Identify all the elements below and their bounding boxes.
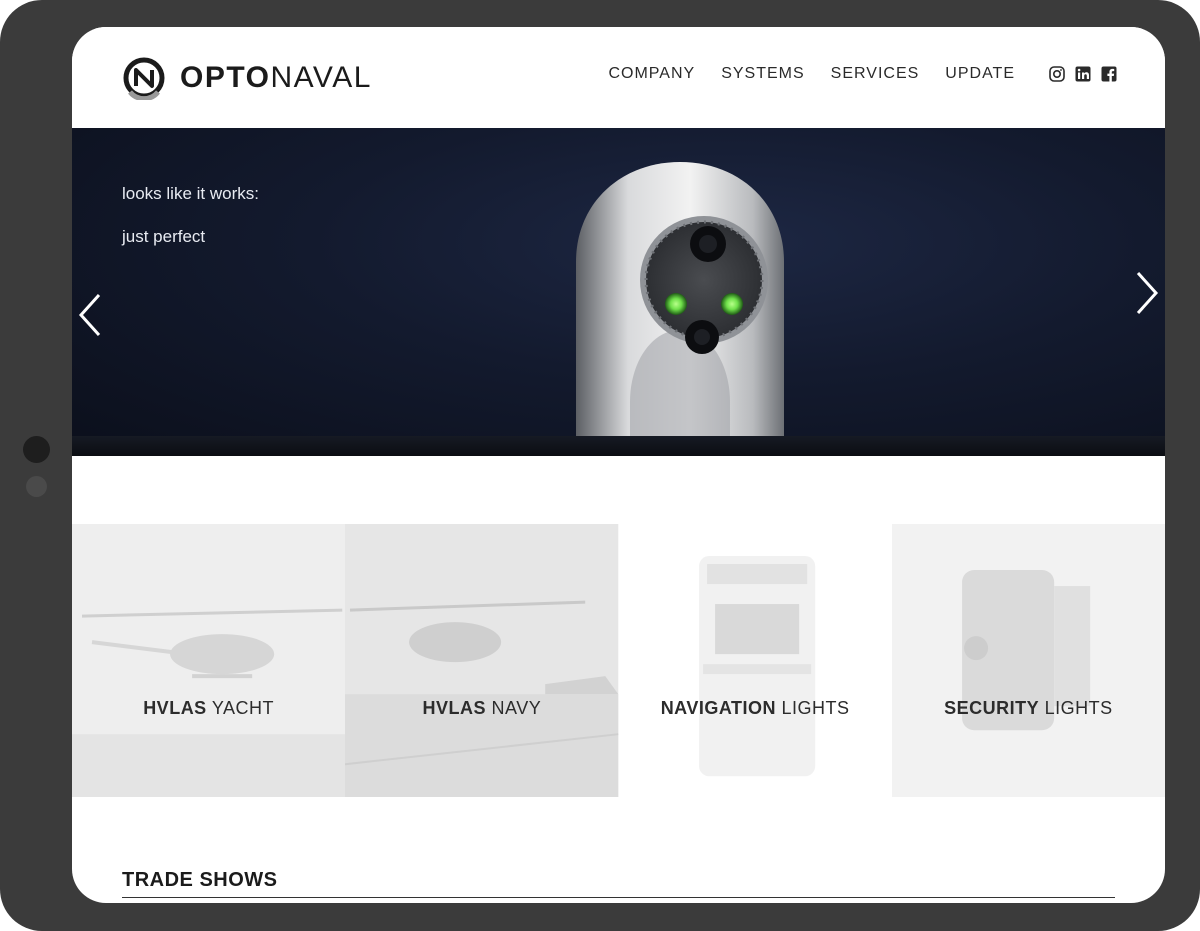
hero-floor [72,436,1165,456]
nav-update[interactable]: UPDATE [945,65,1015,83]
helicopter-image [72,524,346,797]
hero-slider: looks like it works: just perfect [72,128,1165,456]
hero-subline: just perfect [122,227,206,246]
nav-services[interactable]: SERVICES [831,65,920,83]
logo-wordmark: OPTO NAVAL [180,61,372,95]
tile-hvlas-yacht[interactable]: HVLAS YACHT [72,524,346,797]
tile-label: SECURITY LIGHTS [944,698,1113,718]
device-button [26,476,47,497]
camera-product-image [576,162,784,456]
hero-headline: looks like it works: [122,184,259,203]
tile-navigation-lights[interactable]: NAVIGATION LIGHTS [618,524,892,797]
chevron-right-icon[interactable] [1132,270,1162,316]
trade-shows-heading: TRADE SHOWS [122,869,278,891]
navigation-light-image [618,524,892,797]
logo-text-light: NAVAL [270,61,372,94]
tile-label: HVLAS NAVY [422,698,542,718]
tile-hvlas-navy[interactable]: HVLAS NAVY [345,524,619,797]
site-logo[interactable]: OPTO NAVAL [122,56,372,100]
browser-viewport: OPTO NAVAL COMPANY SYSTEMS SERVICES UPDA… [72,27,1165,903]
divider [122,897,1115,898]
tile-security-lights[interactable]: SECURITY LIGHTS [891,524,1165,797]
instagram-icon[interactable] [1049,66,1065,82]
security-light-image [891,524,1165,797]
nav-systems[interactable]: SYSTEMS [721,65,804,83]
device-button [23,436,50,463]
linkedin-icon[interactable] [1075,66,1091,82]
nav-company[interactable]: COMPANY [608,65,695,83]
social-links [1049,66,1117,82]
chevron-left-icon[interactable] [75,292,105,338]
site-header: OPTO NAVAL COMPANY SYSTEMS SERVICES UPDA… [72,27,1165,128]
category-tiles: HVLAS YACHT HVLAS NAVY NAVIGATION LIGHTS… [72,524,1165,797]
navy-helicopter-image [345,524,619,797]
logo-mark-icon [123,57,165,100]
main-nav: COMPANY SYSTEMS SERVICES UPDATE [608,65,1015,83]
facebook-icon[interactable] [1101,66,1117,82]
logo-text-bold: OPTO [180,61,271,94]
tile-label: NAVIGATION LIGHTS [660,698,850,718]
tile-label: HVLAS YACHT [143,698,275,718]
device-frame: OPTO NAVAL COMPANY SYSTEMS SERVICES UPDA… [0,0,1200,931]
